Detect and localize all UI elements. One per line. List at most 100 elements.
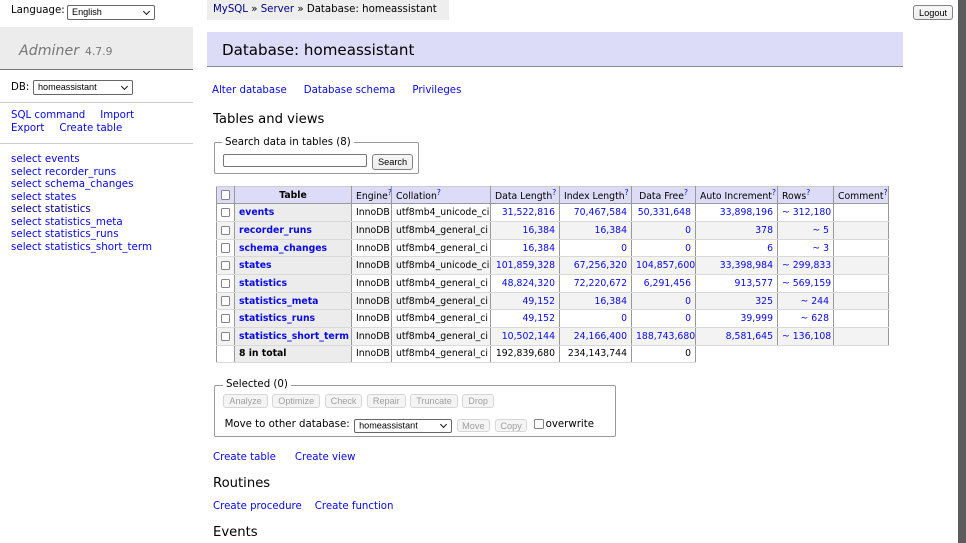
index-length-link[interactable]: 16,384 (594, 225, 627, 236)
db-link-alter-database[interactable]: Alter database (212, 85, 287, 96)
help-link[interactable]: ? (806, 188, 810, 197)
data-free-link[interactable]: 0 (685, 313, 691, 324)
auto-increment-link[interactable]: 33,398,984 (720, 260, 773, 271)
index-length-link[interactable]: 24,166,400 (574, 331, 627, 342)
repair-button[interactable]: Repair (367, 394, 406, 408)
row-checkbox[interactable] (221, 243, 231, 253)
sidebar-table-link[interactable]: select states (11, 191, 76, 203)
adminer-logo[interactable]: Adminer4.7.9 (0, 27, 193, 70)
db-link-privileges[interactable]: Privileges (412, 85, 461, 96)
index-length-link[interactable]: 67,256,320 (574, 260, 627, 271)
table-name-link[interactable]: schema_changes (239, 243, 327, 254)
data-free-link[interactable]: 0 (685, 225, 691, 236)
rows-count-link[interactable]: ~ 628 (801, 313, 830, 324)
select-all-checkbox[interactable] (221, 190, 231, 200)
auto-increment-link[interactable]: 33,898,196 (720, 207, 773, 218)
language-select[interactable]: English (67, 5, 155, 20)
row-checkbox[interactable] (221, 208, 231, 218)
search-input[interactable] (223, 154, 367, 167)
sidebar-table-link[interactable]: select recorder_runs (11, 166, 116, 178)
truncate-button[interactable]: Truncate (410, 394, 458, 408)
create-procedure-link[interactable]: Create procedure (213, 501, 302, 512)
data-free-link[interactable]: 104,857,600 (636, 260, 695, 271)
auto-increment-link[interactable]: 39,999 (740, 313, 773, 324)
data-free-link[interactable]: 0 (685, 296, 691, 307)
db-select[interactable]: homeassistant (33, 80, 133, 95)
sidebar-table-link[interactable]: select statistics (11, 203, 91, 215)
auto-increment-link[interactable]: 325 (755, 296, 773, 307)
drop-button[interactable]: Drop (462, 394, 494, 408)
sidebar-table-link[interactable]: select statistics_short_term (11, 241, 152, 253)
data-length-link[interactable]: 48,824,320 (502, 278, 555, 289)
auto-increment-link[interactable]: 8,581,645 (726, 331, 773, 342)
table-name-link[interactable]: recorder_runs (239, 225, 312, 236)
rows-count-link[interactable]: ~ 136,108 (782, 331, 831, 342)
help-link[interactable]: ? (684, 188, 688, 197)
sidebar-table-link[interactable]: select events (11, 153, 80, 165)
help-link[interactable]: ? (625, 188, 629, 197)
overwrite-option[interactable]: overwrite (534, 418, 594, 432)
row-checkbox[interactable] (221, 226, 231, 236)
rows-count-link[interactable]: ~ 299,833 (782, 260, 831, 271)
analyze-button[interactable]: Analyze (223, 394, 267, 408)
table-name-link[interactable]: statistics (239, 278, 287, 289)
row-checkbox[interactable] (221, 279, 231, 289)
create-table-link[interactable]: Create table (213, 452, 276, 463)
index-length-link[interactable]: 16,384 (594, 296, 627, 307)
data-free-link[interactable]: 50,331,648 (638, 207, 691, 218)
index-length-link[interactable]: 72,220,672 (574, 278, 627, 289)
help-link[interactable]: ? (437, 188, 441, 197)
sidebar-table-link[interactable]: select statistics_runs (11, 228, 119, 240)
data-free-link[interactable]: 188,743,680 (636, 331, 695, 342)
help-link[interactable]: ? (884, 188, 888, 197)
index-length-link[interactable]: 0 (621, 313, 627, 324)
overwrite-checkbox[interactable] (534, 419, 544, 429)
scrollbar[interactable] (958, 0, 966, 543)
data-length-link[interactable]: 16,384 (522, 225, 555, 236)
auto-increment-link[interactable]: 913,577 (735, 278, 773, 289)
row-checkbox[interactable] (221, 314, 231, 324)
index-length-link[interactable]: 0 (621, 243, 627, 254)
data-free-link[interactable]: 6,291,456 (644, 278, 691, 289)
data-length-link[interactable]: 10,502,144 (502, 331, 555, 342)
help-link[interactable]: ? (388, 188, 392, 197)
auto-increment-link[interactable]: 6 (767, 243, 773, 254)
sidebar-table-link[interactable]: select statistics_meta (11, 216, 123, 228)
rows-count-link[interactable]: ~ 244 (801, 296, 830, 307)
data-length-link[interactable]: 31,522,816 (502, 207, 555, 218)
rows-count-link[interactable]: ~ 3 (812, 243, 829, 254)
optimize-button[interactable]: Optimize (272, 394, 320, 408)
rows-count-link[interactable]: ~ 569,159 (782, 278, 831, 289)
data-length-link[interactable]: 101,859,328 (496, 260, 555, 271)
check-button[interactable]: Check (325, 394, 363, 408)
table-name-link[interactable]: events (239, 207, 274, 218)
search-button[interactable]: Search (372, 154, 413, 170)
data-length-link[interactable]: 49,152 (522, 296, 555, 307)
table-name-link[interactable]: states (239, 260, 272, 271)
sidebar-action-create-table[interactable]: Create table (59, 123, 122, 134)
table-name-link[interactable]: statistics_meta (239, 296, 318, 307)
index-length-link[interactable]: 70,467,584 (574, 207, 627, 218)
copy-button[interactable]: Copy (495, 419, 527, 432)
move-button[interactable]: Move (457, 419, 490, 432)
sidebar-action-export[interactable]: Export (11, 123, 44, 134)
rows-count-link[interactable]: ~ 5 (812, 225, 829, 236)
sidebar-action-sql-command[interactable]: SQL command (11, 110, 85, 121)
move-db-select[interactable]: homeassistant (354, 419, 452, 433)
auto-increment-link[interactable]: 378 (755, 225, 773, 236)
table-name-link[interactable]: statistics_short_term (239, 331, 349, 342)
row-checkbox[interactable] (221, 261, 231, 271)
create-view-link[interactable]: Create view (295, 452, 356, 463)
sidebar-table-link[interactable]: select schema_changes (11, 178, 134, 190)
rows-count-link[interactable]: ~ 312,180 (782, 207, 831, 218)
db-link-database-schema[interactable]: Database schema (304, 85, 396, 96)
create-function-link[interactable]: Create function (315, 501, 394, 512)
data-length-link[interactable]: 49,152 (522, 313, 555, 324)
row-checkbox[interactable] (221, 296, 231, 306)
row-checkbox[interactable] (221, 332, 231, 342)
data-length-link[interactable]: 16,384 (522, 243, 555, 254)
sidebar-action-import[interactable]: Import (100, 110, 134, 121)
help-link[interactable]: ? (552, 188, 556, 197)
table-name-link[interactable]: statistics_runs (239, 313, 315, 324)
data-free-link[interactable]: 0 (685, 243, 691, 254)
